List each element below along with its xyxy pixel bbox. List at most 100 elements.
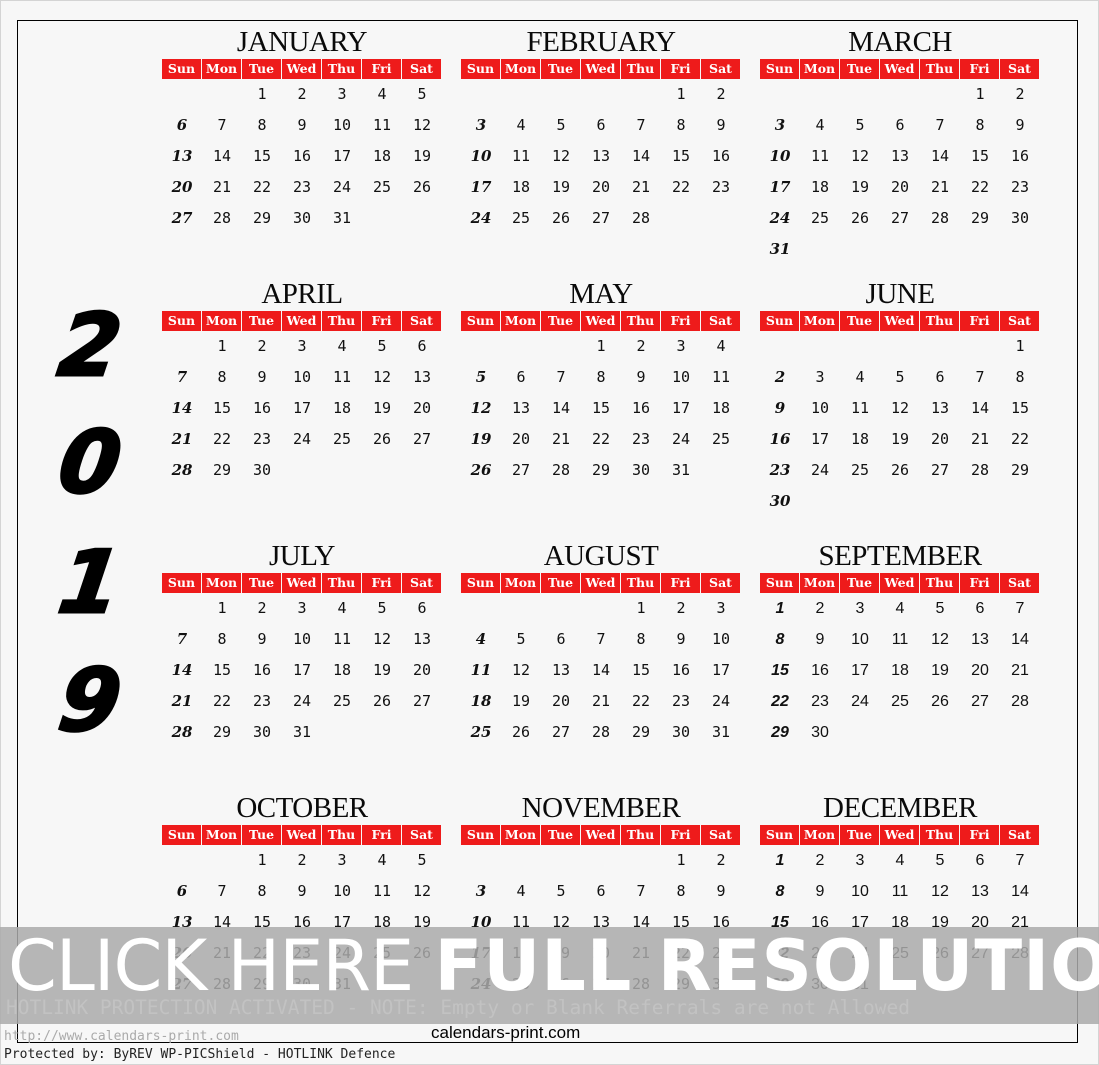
day-cell: 13 (412, 368, 432, 386)
day-cell: 4 (377, 85, 387, 103)
month-title: MARCH (848, 26, 952, 58)
day-cell: 30 (631, 461, 651, 479)
day-cell: 24 (711, 692, 731, 710)
weeks: 1234567891011121314151617181920212223242… (162, 79, 442, 234)
day-cell (800, 331, 840, 362)
day-cell: 27 (551, 723, 571, 741)
day-cell: 24 (671, 430, 691, 448)
click-here-full-resolution-link[interactable]: CLICK HERE FULL RESOLUTION (8, 928, 1099, 1004)
day-cell: 31 (711, 723, 731, 741)
day-cell: 29 (631, 723, 651, 741)
day-cell: 26 (931, 693, 949, 710)
weekday-label: Tue (242, 825, 281, 845)
day-cell: 24 (292, 692, 312, 710)
day-cell: 25 (891, 693, 909, 710)
week-row: 1 2 3 (461, 593, 741, 624)
week-row: 22 23 24 25 26 27 28 (760, 686, 1040, 717)
sunday-date: 17 (769, 178, 791, 196)
sunday-date: 13 (171, 147, 193, 165)
day-cell: 5 (556, 882, 566, 900)
day-cell: 24 (292, 430, 312, 448)
day-cell: 4 (895, 852, 905, 869)
day-cell: 14 (970, 399, 990, 417)
sunday-date: 9 (774, 399, 786, 417)
month-january: JANUARY Sun Mon Tue Wed Thu Fri Sat 1 2 3 4 5 6 7 8 9 10 1… (162, 26, 442, 234)
weekday-header: Sun Mon Tue Wed Thu Fri Sat (162, 825, 442, 845)
day-cell: 17 (711, 661, 731, 679)
day-cell: 18 (372, 147, 392, 165)
day-cell: 7 (935, 116, 945, 134)
week-row: 30 (760, 486, 1040, 517)
day-cell: 5 (556, 116, 566, 134)
weekday-label: Wed (282, 573, 321, 593)
weekday-label: Sat (402, 59, 441, 79)
year-digit: 0 (52, 412, 129, 515)
week-row: 21 22 23 24 25 26 27 (162, 686, 442, 717)
day-cell (800, 486, 840, 517)
day-cell: 25 (332, 430, 352, 448)
sunday-date (461, 79, 501, 110)
weekday-label: Mon (501, 311, 540, 331)
day-cell: 4 (337, 599, 347, 617)
day-cell: 2 (716, 85, 726, 103)
day-cell: 16 (711, 147, 731, 165)
day-cell: 30 (1010, 209, 1030, 227)
weekday-header: Sun Mon Tue Wed Thu Fri Sat (461, 825, 741, 845)
day-cell: 7 (217, 882, 227, 900)
year-digit: 2 (52, 295, 129, 398)
day-cell: 21 (212, 178, 232, 196)
sunday-date: 6 (176, 116, 188, 134)
week-row: 7 8 9 10 11 12 13 (162, 624, 442, 655)
weekday-label: Mon (202, 59, 241, 79)
day-cell (840, 79, 880, 110)
day-cell (322, 455, 362, 486)
sunday-date: 14 (171, 661, 193, 679)
day-cell: 3 (297, 337, 307, 355)
weekday-label: Thu (322, 573, 361, 593)
day-cell: 3 (855, 852, 865, 869)
weekday-label: Thu (322, 59, 361, 79)
sunday-date: 11 (470, 661, 492, 679)
day-cell: 14 (1011, 631, 1029, 648)
sunday-date: 7 (176, 368, 188, 386)
weekday-label: Wed (282, 59, 321, 79)
weekday-label: Sat (701, 59, 740, 79)
day-cell: 25 (332, 692, 352, 710)
sunday-date: 4 (475, 630, 487, 648)
sunday-date: 10 (769, 147, 791, 165)
day-cell: 5 (855, 116, 865, 134)
sunday-date (461, 845, 501, 876)
day-cell: 25 (850, 461, 870, 479)
day-cell: 21 (1011, 662, 1029, 679)
day-cell: 28 (591, 723, 611, 741)
day-cell (840, 331, 880, 362)
week-row: 23 24 25 26 27 28 29 (760, 455, 1040, 486)
day-cell: 4 (895, 600, 905, 617)
day-cell: 20 (412, 399, 432, 417)
weekday-header: Sun Mon Tue Wed Thu Fri Sat (461, 59, 741, 79)
day-cell: 21 (591, 692, 611, 710)
weekday-label: Thu (920, 573, 959, 593)
site-url[interactable]: http://www.calendars-print.com (4, 1029, 239, 1044)
day-cell: 20 (511, 430, 531, 448)
week-row: 9 10 11 12 13 14 15 (760, 393, 1040, 424)
month-august: AUGUST Sun Mon Tue Wed Thu Fri Sat 1 2 3 4 5 6 7 8 9 10 11… (461, 540, 741, 748)
day-cell: 11 (810, 147, 830, 165)
day-cell: 12 (890, 399, 910, 417)
sunday-date (461, 593, 501, 624)
day-cell: 21 (930, 178, 950, 196)
day-cell: 22 (212, 430, 232, 448)
day-cell: 9 (257, 368, 267, 386)
day-cell (800, 79, 840, 110)
weekday-label: Thu (621, 59, 660, 79)
weekday-label: Wed (581, 59, 620, 79)
weekday-label: Fri (661, 573, 700, 593)
week-row: 29 30 (760, 717, 1040, 748)
weekday-label: Fri (362, 573, 401, 593)
weekday-label: Tue (541, 573, 580, 593)
day-cell: 1 (257, 85, 267, 103)
day-cell: 29 (970, 209, 990, 227)
day-cell: 6 (596, 116, 606, 134)
day-cell: 29 (591, 461, 611, 479)
day-cell: 6 (417, 337, 427, 355)
